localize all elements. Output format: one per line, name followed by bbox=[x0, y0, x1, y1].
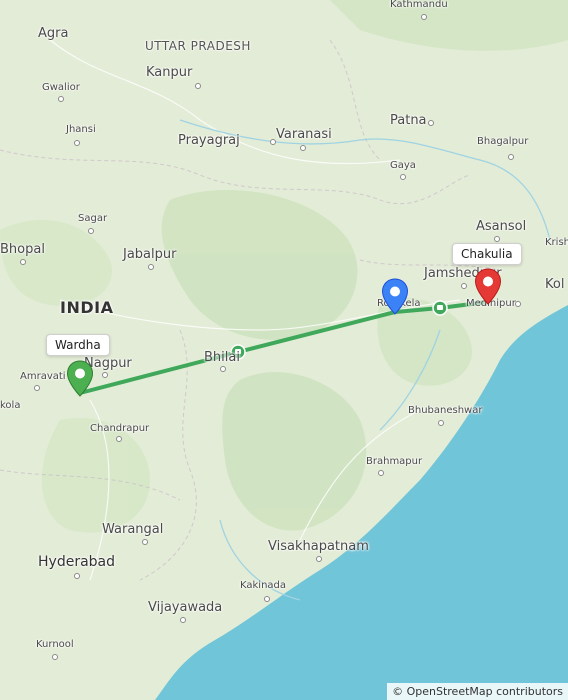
city-dot bbox=[515, 301, 521, 307]
city-dot bbox=[116, 436, 122, 442]
city-label-bhopal: Bhopal bbox=[0, 242, 45, 257]
city-label-bhubaneshwar: Bhubaneshwar bbox=[408, 405, 483, 416]
city-dot bbox=[20, 259, 26, 265]
city-label-kakinada: Kakinada bbox=[240, 580, 287, 591]
city-dot bbox=[220, 366, 226, 372]
city-dot bbox=[438, 420, 444, 426]
city-dot bbox=[400, 174, 406, 180]
city-label-prayagraj: Prayagraj bbox=[178, 133, 240, 148]
city-label-vijayawada: Vijayawada bbox=[148, 600, 223, 615]
city-dot bbox=[195, 83, 201, 89]
city-label-hyderabad: Hyderabad bbox=[38, 554, 115, 570]
city-label-bhilai: Bhilai bbox=[204, 350, 240, 365]
city-dot bbox=[148, 264, 154, 270]
city-label-sagar: Sagar bbox=[78, 213, 108, 224]
city-dot bbox=[300, 145, 306, 151]
destination-callout[interactable]: Chakulia bbox=[452, 243, 522, 265]
city-label-kurnool: Kurnool bbox=[36, 639, 74, 650]
city-dot bbox=[102, 372, 108, 378]
city-label-varanasi: Varanasi bbox=[276, 127, 332, 142]
city-label-akola: kola bbox=[0, 400, 21, 411]
city-label-chandrapur: Chandrapur bbox=[90, 423, 150, 434]
city-dot bbox=[428, 120, 434, 126]
map-attribution[interactable]: © OpenStreetMap contributors bbox=[387, 683, 568, 700]
city-dot bbox=[316, 556, 322, 562]
city-dot bbox=[142, 539, 148, 545]
city-dot bbox=[494, 236, 500, 242]
country-label-india: INDIA bbox=[60, 298, 114, 317]
map-pin-icon[interactable] bbox=[474, 268, 502, 306]
city-dot bbox=[74, 140, 80, 146]
city-dot bbox=[421, 14, 427, 20]
city-dot bbox=[88, 228, 94, 234]
state-label-uttar-pradesh: UTTAR PRADESH bbox=[145, 39, 251, 53]
city-dot bbox=[52, 654, 58, 660]
city-label-agra: Agra bbox=[38, 26, 69, 41]
city-label-kanpur: Kanpur bbox=[146, 65, 193, 80]
origin-callout[interactable]: Wardha bbox=[46, 334, 110, 356]
map-pin-icon[interactable] bbox=[381, 278, 409, 316]
city-dot bbox=[378, 470, 384, 476]
city-label-jabalpur: Jabalpur bbox=[123, 247, 177, 262]
city-dot bbox=[264, 596, 270, 602]
city-dot bbox=[74, 573, 80, 579]
city-label-brahmapur: Brahmapur bbox=[366, 456, 423, 467]
city-dot bbox=[34, 385, 40, 391]
city-label-krish: Krish bbox=[545, 237, 568, 248]
city-dot bbox=[461, 283, 467, 289]
city-label-amravati: Amravati bbox=[20, 371, 66, 382]
city-dot bbox=[180, 617, 186, 623]
city-label-kathmandu: Kathmandu bbox=[390, 0, 448, 10]
city-label-patna: Patna bbox=[390, 113, 427, 128]
city-label-gwalior: Gwalior bbox=[42, 82, 80, 93]
city-label-jhansi: Jhansi bbox=[66, 124, 96, 135]
city-label-bhagalpur: Bhagalpur bbox=[477, 136, 529, 147]
city-label-kol: Kol bbox=[545, 277, 565, 292]
city-dot bbox=[508, 154, 514, 160]
city-dot bbox=[270, 139, 276, 145]
map-pin-icon[interactable] bbox=[66, 360, 94, 398]
city-label-gaya: Gaya bbox=[390, 160, 416, 171]
city-dot bbox=[58, 96, 64, 102]
city-label-visakhapatnam: Visakhapatnam bbox=[268, 539, 369, 554]
rail-stop-icon bbox=[432, 300, 448, 316]
city-label-asansol: Asansol bbox=[476, 219, 527, 234]
city-label-warangal: Warangal bbox=[102, 522, 164, 537]
